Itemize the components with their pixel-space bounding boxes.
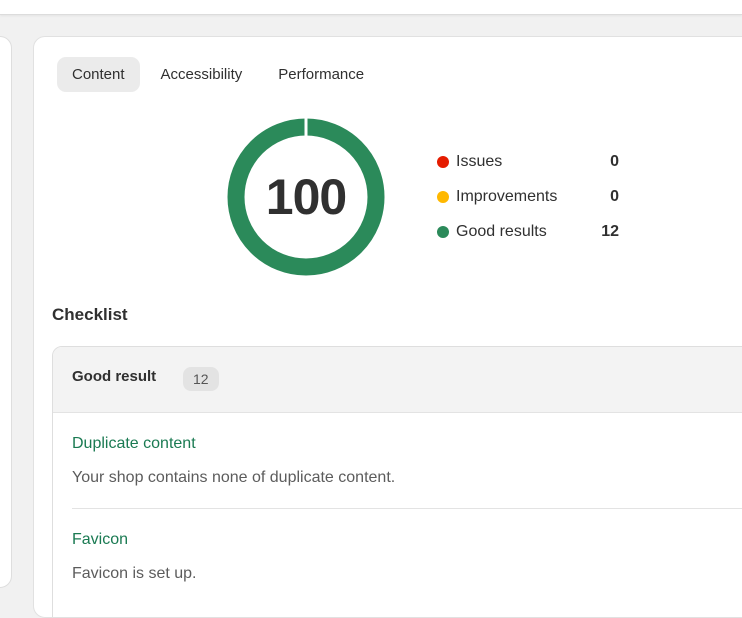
legend-good-results: Good results 12 [437,217,627,252]
tab-accessibility[interactable]: Accessibility [146,57,258,92]
legend-count: 0 [610,153,619,170]
red-dot-icon [437,156,449,168]
tab-content[interactable]: Content [57,57,140,92]
check-description: Your shop contains none of duplicate con… [72,469,396,486]
score-legend: Issues 0 Improvements 0 Good results 12 [437,147,627,252]
list-item: Duplicate content Your shop contains non… [72,413,742,508]
legend-label: Good results [456,223,547,240]
score-value: 100 [265,169,347,225]
legend-label: Improvements [456,188,558,205]
legend-improvements: Improvements 0 [437,182,627,217]
group-title: Good result [72,368,157,385]
tab-performance[interactable]: Performance [263,57,379,92]
tab-bar: Content Accessibility Performance [57,57,379,92]
legend-label: Issues [456,153,503,170]
check-title-link[interactable]: Favicon [72,531,742,549]
list-item: Favicon Favicon is set up. [72,508,742,604]
good-result-header[interactable]: Good result 12 [53,347,742,413]
yellow-dot-icon [437,191,449,203]
top-bar [0,0,742,15]
green-dot-icon [437,226,449,238]
left-panel [0,36,12,588]
legend-issues: Issues 0 [437,147,627,182]
good-result-group: Good result 12 Duplicate content Your sh… [52,346,742,617]
group-count-badge: 12 [183,367,219,391]
legend-count: 0 [610,188,619,205]
check-description: Favicon is set up. [72,565,197,582]
legend-count: 12 [601,223,619,240]
score-ring: 100 [226,117,386,277]
check-title-link[interactable]: Duplicate content [72,435,742,453]
checklist-heading: Checklist [52,305,128,324]
seo-report-card: Content Accessibility Performance 100 Is… [33,36,742,618]
